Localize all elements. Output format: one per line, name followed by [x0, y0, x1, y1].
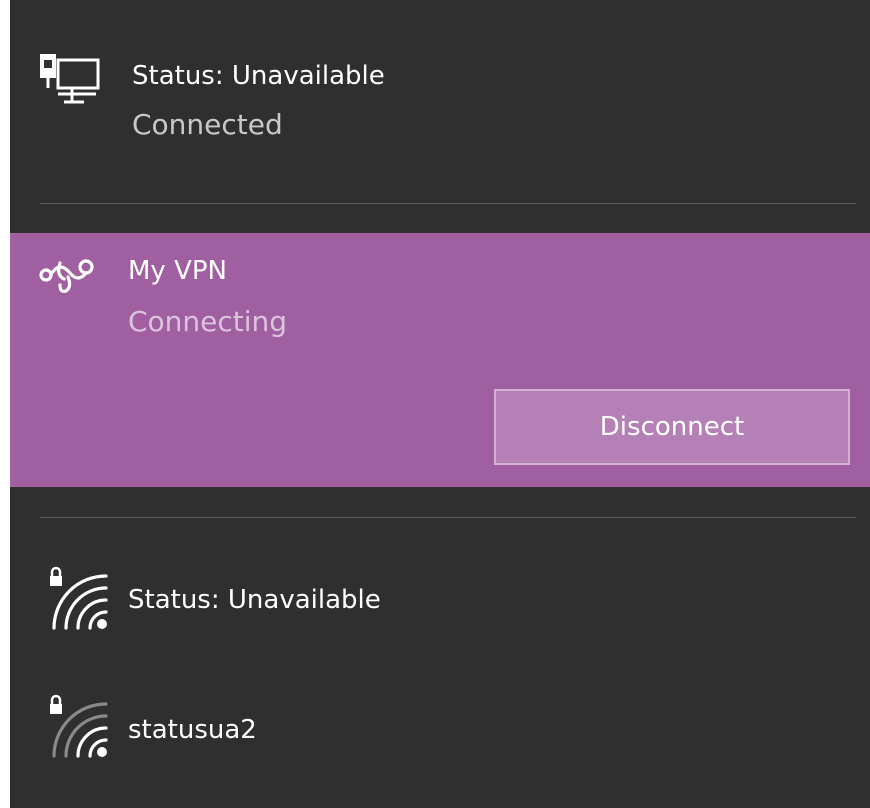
network-name: My VPN — [128, 256, 227, 286]
ethernet-icon — [40, 54, 100, 104]
network-name: Status: Unavailable — [132, 61, 385, 91]
network-item-wifi[interactable]: statusua2 — [10, 670, 870, 790]
vpn-icon — [39, 259, 94, 293]
network-item-wifi[interactable]: Status: Unavailable — [10, 540, 870, 660]
network-flyout: Status: Unavailable Connected My VPN Con… — [10, 0, 870, 808]
divider — [40, 203, 856, 204]
network-item-ethernet[interactable]: Status: Unavailable Connected — [10, 0, 870, 200]
network-status: Connecting — [128, 305, 288, 338]
network-name: statusua2 — [128, 715, 257, 745]
divider — [40, 517, 856, 518]
disconnect-button[interactable]: Disconnect — [494, 389, 850, 465]
network-name: Status: Unavailable — [128, 585, 381, 615]
network-status: Connected — [132, 108, 283, 141]
wifi-secured-icon — [50, 694, 108, 758]
wifi-secured-icon — [50, 566, 108, 630]
network-item-vpn[interactable]: My VPN Connecting Disconnect — [10, 233, 870, 487]
